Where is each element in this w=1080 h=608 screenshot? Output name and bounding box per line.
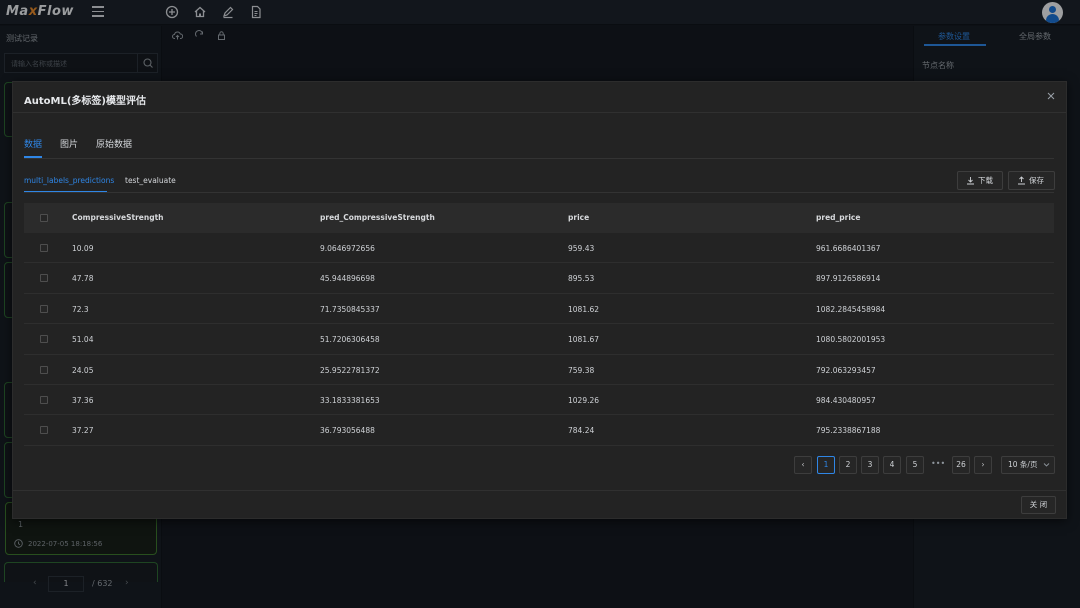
table-cell: 51.7206306458 — [320, 335, 380, 345]
subtab-multi-labels-predictions[interactable]: multi_labels_predictions — [24, 176, 114, 185]
tab-raw-data[interactable]: 原始数据 — [96, 137, 132, 150]
subtab-test-evaluate[interactable]: test_evaluate — [125, 176, 176, 185]
table-cell: 984.430480957 — [816, 396, 876, 405]
table-header: CompressiveStrength pred_CompressiveStre… — [24, 203, 1054, 233]
chevron-down-icon — [1043, 463, 1050, 467]
modal-header: AutoML(多标签)模型评估 — [13, 82, 1066, 113]
column-header[interactable]: CompressiveStrength — [72, 213, 164, 222]
row-checkbox[interactable] — [40, 396, 48, 404]
page-button[interactable]: 5 — [906, 456, 924, 474]
page-button[interactable]: 1 — [817, 456, 835, 474]
table-cell: 795.2338867188 — [816, 426, 881, 436]
column-header[interactable]: price — [568, 213, 589, 222]
table-cell: 959.43 — [568, 244, 595, 253]
close-icon[interactable] — [1046, 91, 1056, 101]
close-button[interactable]: 关 闭 — [1021, 496, 1056, 514]
table-cell: 33.1833381653 — [320, 396, 380, 405]
row-checkbox[interactable] — [40, 335, 48, 344]
download-label: 下载 — [978, 176, 993, 185]
table-cell: 1081.62 — [568, 304, 600, 314]
prev-page-button[interactable]: ‹ — [794, 456, 812, 474]
table-cell: 47.78 — [72, 274, 94, 284]
table-cell: 1081.67 — [568, 335, 600, 345]
table-cell: 10.09 — [72, 244, 94, 253]
table-cell: 36.793056488 — [320, 426, 375, 436]
pagination-ellipsis[interactable]: ••• — [931, 459, 945, 468]
table-row[interactable]: 37.27 36.793056488 784.24 795.2338867188 — [24, 415, 1054, 446]
modal-title: AutoML(多标签)模型评估 — [24, 96, 146, 107]
table-cell: 897.9126586914 — [816, 274, 881, 284]
table-row[interactable]: 47.78 45.944896698 895.53 897.9126586914 — [24, 263, 1054, 294]
table-cell: 37.36 — [72, 396, 94, 405]
page-size-value: 10 条/页 — [1008, 460, 1038, 469]
page-button[interactable]: 3 — [861, 456, 879, 474]
select-all-checkbox[interactable] — [40, 214, 48, 222]
column-header[interactable]: pred_CompressiveStrength — [320, 213, 435, 222]
table-cell: 37.27 — [72, 426, 94, 436]
table-cell: 1082.2845458984 — [816, 304, 886, 314]
table-cell: 1080.5802001953 — [816, 335, 886, 345]
table-row[interactable]: 37.36 33.1833381653 1029.26 984.430480957 — [24, 385, 1054, 416]
table-cell: 51.04 — [72, 335, 94, 345]
table-row[interactable]: 72.3 71.7350845337 1081.62 1082.2845458984 — [24, 294, 1054, 325]
next-page-button[interactable]: › — [974, 456, 992, 474]
page-button[interactable]: 4 — [883, 456, 901, 474]
column-header[interactable]: pred_price — [816, 213, 860, 222]
save-button[interactable]: 保存 — [1008, 171, 1055, 190]
table-cell: 759.38 — [568, 365, 595, 375]
row-checkbox[interactable] — [40, 365, 48, 374]
upload-icon — [1018, 176, 1025, 185]
table-cell: 9.0646972656 — [320, 244, 375, 253]
table-cell: 45.944896698 — [320, 274, 375, 284]
table-cell: 895.53 — [568, 274, 595, 284]
table-cell: 72.3 — [72, 304, 89, 314]
save-label: 保存 — [1029, 176, 1044, 185]
table-cell: 71.7350845337 — [320, 304, 380, 314]
tab-images[interactable]: 图片 — [60, 137, 78, 150]
tab-data[interactable]: 数据 — [24, 137, 42, 150]
row-checkbox[interactable] — [40, 426, 48, 435]
download-icon — [967, 177, 974, 185]
table-cell: 25.9522781372 — [320, 365, 380, 375]
table-cell: 792.063293457 — [816, 365, 876, 375]
table-cell: 784.24 — [568, 426, 595, 436]
table-row[interactable]: 51.04 51.7206306458 1081.67 1080.5802001953 — [24, 324, 1054, 355]
page-button[interactable]: 2 — [839, 456, 857, 474]
row-checkbox[interactable] — [40, 244, 48, 252]
evaluation-modal: AutoML(多标签)模型评估 数据 图片 原始数据 multi_labels_… — [12, 81, 1067, 519]
table-row[interactable]: 24.05 25.9522781372 759.38 792.063293457 — [24, 355, 1054, 385]
subtabs-divider — [24, 192, 1054, 193]
row-checkbox[interactable] — [40, 304, 48, 313]
row-checkbox[interactable] — [40, 274, 48, 283]
table-row[interactable]: 10.09 9.0646972656 959.43 961.6686401367 — [24, 233, 1054, 264]
modal-footer-divider — [13, 490, 1066, 491]
page-size-select[interactable]: 10 条/页 — [1001, 456, 1055, 474]
tabs-divider — [24, 158, 1054, 159]
page-button-last[interactable]: 26 — [952, 456, 970, 474]
download-button[interactable]: 下载 — [957, 171, 1003, 190]
table-cell: 24.05 — [72, 365, 94, 375]
table-cell: 961.6686401367 — [816, 244, 881, 253]
table-cell: 1029.26 — [568, 396, 600, 405]
